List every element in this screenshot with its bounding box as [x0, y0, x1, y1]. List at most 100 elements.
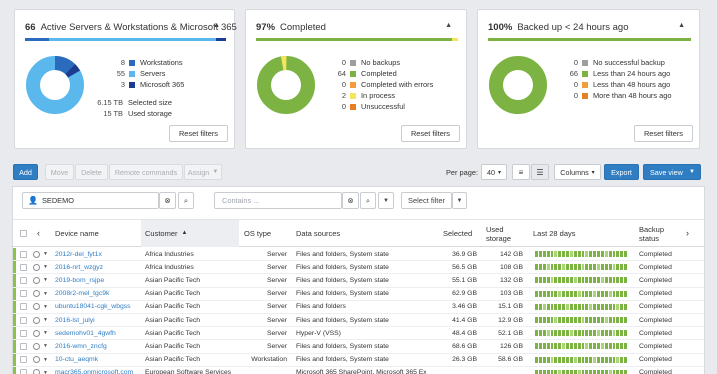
backup-status-cell: Completed	[639, 316, 672, 324]
select-filter-caret[interactable]: ▼	[452, 192, 467, 209]
table-row[interactable]: ▼ 10-ctu_aeqmk Asian Pacific Tech Workst…	[13, 353, 704, 367]
move-button[interactable]: Move	[45, 164, 74, 180]
row-actions-menu[interactable]: ▼	[33, 301, 48, 313]
clear-search-button[interactable]: ⊗	[342, 192, 359, 209]
card-title: 100% Backed up < 24 hours ago	[488, 22, 629, 33]
legend-item[interactable]: 55 Servers	[103, 68, 184, 79]
legend-item[interactable]: 0 No backups	[324, 57, 433, 68]
row-checkbox[interactable]	[20, 301, 27, 313]
row-checkbox[interactable]	[20, 314, 27, 326]
legend-item[interactable]: 2 In process	[324, 90, 433, 101]
column-selected[interactable]: Selected	[443, 220, 472, 247]
reset-filters-button[interactable]: Reset filters	[168, 125, 228, 142]
collapse-caret-icon[interactable]: ▲	[678, 22, 685, 29]
last-28-days-history	[535, 367, 627, 374]
search-button[interactable]: ⌕	[360, 192, 376, 209]
row-checkbox[interactable]	[20, 340, 27, 352]
status-accent	[13, 274, 16, 287]
compact-view-icon: ☰	[536, 167, 544, 177]
device-name-link[interactable]: 2008r2-mel_tgc9k	[55, 288, 139, 300]
device-name-link[interactable]: 2016-lst_julyi	[55, 314, 139, 326]
row-checkbox[interactable]	[20, 367, 27, 374]
legend-item[interactable]: 8 Workstations	[103, 57, 184, 68]
contains-search-input[interactable]: Contains ...	[214, 192, 342, 209]
row-actions-menu[interactable]: ▼	[33, 314, 48, 326]
row-checkbox[interactable]	[20, 354, 27, 366]
table-row[interactable]: ▼ 2012r-del_fyt1x Africa Industries Serv…	[13, 248, 704, 262]
legend-item[interactable]: 0 Completed with errors	[324, 79, 433, 90]
collapse-left-icon[interactable]: ‹	[37, 220, 40, 247]
row-actions-menu[interactable]: ▼	[33, 274, 48, 286]
device-name-link[interactable]: 2016-nrt_wzgyz	[55, 261, 139, 273]
row-actions-menu[interactable]: ▼	[33, 261, 48, 273]
table-row[interactable]: ▼ sedemohv01_4gwfh Asian Pacific Tech Se…	[13, 327, 704, 341]
backup-status-cell: Completed	[639, 369, 672, 374]
column-backup-status[interactable]: Backup status	[639, 220, 679, 247]
row-actions-menu[interactable]: ▼	[33, 354, 48, 366]
remote-commands-button[interactable]: Remote commands	[109, 164, 183, 180]
customer-filter-input[interactable]: 👤 SEDEMO	[22, 192, 159, 209]
legend-item[interactable]: 0 No successful backup	[556, 57, 671, 68]
search-options-dropdown[interactable]: ▼	[378, 192, 394, 209]
column-device-name[interactable]: Device name	[55, 220, 99, 247]
legend-item[interactable]: 0 Less than 48 hours ago	[556, 79, 671, 90]
export-button[interactable]: Export	[604, 164, 639, 180]
table-row[interactable]: ▼ macr365.onmicrosoft.com European Softw…	[13, 366, 704, 374]
row-checkbox[interactable]	[20, 288, 27, 300]
backup-status-cell: Completed	[639, 276, 672, 284]
delete-button[interactable]: Delete	[75, 164, 108, 180]
scroll-right-icon[interactable]: ›	[686, 220, 689, 247]
legend-item[interactable]: 66 Less than 24 hours ago	[556, 68, 671, 79]
row-checkbox[interactable]	[20, 327, 27, 339]
device-name-link[interactable]: 2012r-del_fyt1x	[55, 248, 139, 260]
clear-customer-button[interactable]: ⊗	[159, 192, 176, 209]
table-row[interactable]: ▼ 2019-bom_rsjpe Asian Pacific Tech Serv…	[13, 274, 704, 288]
device-name-link[interactable]: 10-ctu_aeqmk	[55, 354, 139, 366]
reset-filters-button[interactable]: Reset filters	[633, 125, 693, 142]
select-filter-dropdown[interactable]: Select filter	[401, 192, 452, 209]
assign-dropdown[interactable]: Assign ▼	[184, 164, 222, 180]
row-checkbox[interactable]	[20, 248, 27, 260]
column-customer[interactable]: Customer ▲	[141, 220, 239, 247]
collapse-caret-icon[interactable]: ▲	[445, 22, 452, 29]
table-row[interactable]: ▼ 2016-wmn_zncfg Asian Pacific Tech Serv…	[13, 340, 704, 354]
column-os-type[interactable]: OS type	[244, 220, 271, 247]
chevron-down-icon: ▼	[43, 343, 48, 350]
chevron-down-icon: ▼	[43, 290, 48, 297]
reset-filters-button[interactable]: Reset filters	[400, 125, 460, 142]
customer-search-button[interactable]: ⌕	[178, 192, 194, 209]
row-actions-menu[interactable]: ▼	[33, 340, 48, 352]
device-name-link[interactable]: ubuntu18041-cgk_wbgss	[55, 301, 139, 313]
legend-item[interactable]: 3 Microsoft 365	[103, 79, 185, 90]
device-name-link[interactable]: 2019-bom_rsjpe	[55, 274, 139, 286]
status-accent	[13, 261, 16, 274]
row-actions-menu[interactable]: ▼	[33, 327, 48, 339]
list-view-button[interactable]: ≡	[512, 164, 530, 180]
column-data-sources[interactable]: Data sources	[296, 220, 340, 247]
table-row[interactable]: ▼ 2008r2-mel_tgc9k Asian Pacific Tech Se…	[13, 287, 704, 301]
device-name-link[interactable]: macr365.onmicrosoft.com	[55, 367, 139, 374]
legend-item[interactable]: 0 More than 48 hours ago	[556, 90, 672, 101]
row-checkbox[interactable]	[20, 274, 27, 286]
save-view-button[interactable]: Save view ▼	[643, 164, 701, 180]
per-page-select[interactable]: 40 ▾	[481, 164, 507, 180]
table-row[interactable]: ▼ 2016-nrt_wzgyz Africa Industries Serve…	[13, 261, 704, 275]
columns-dropdown[interactable]: Columns ▾	[554, 164, 601, 180]
gear-icon	[33, 303, 40, 311]
table-row[interactable]: ▼ ubuntu18041-cgk_wbgss Asian Pacific Te…	[13, 300, 704, 314]
legend-item[interactable]: 0 Unsuccessful	[324, 101, 433, 112]
row-actions-menu[interactable]: ▼	[33, 367, 48, 374]
row-checkbox[interactable]	[20, 261, 27, 273]
table-row[interactable]: ▼ 2016-lst_julyi Asian Pacific Tech Serv…	[13, 313, 704, 328]
device-name-link[interactable]: 2016-wmn_zncfg	[55, 340, 139, 352]
column-last-28-days[interactable]: Last 28 days	[533, 220, 576, 247]
compact-view-button[interactable]: ☰	[531, 164, 549, 180]
add-button[interactable]: Add	[13, 164, 38, 180]
legend-item[interactable]: 64 Completed	[324, 68, 433, 79]
select-all-checkbox[interactable]	[20, 220, 27, 247]
collapse-caret-icon[interactable]: ▲	[213, 22, 220, 29]
row-actions-menu[interactable]: ▼	[33, 248, 48, 260]
device-name-link[interactable]: sedemohv01_4gwfh	[55, 327, 139, 339]
row-actions-menu[interactable]: ▼	[33, 288, 48, 300]
column-used-storage[interactable]: Used storage	[486, 220, 520, 247]
